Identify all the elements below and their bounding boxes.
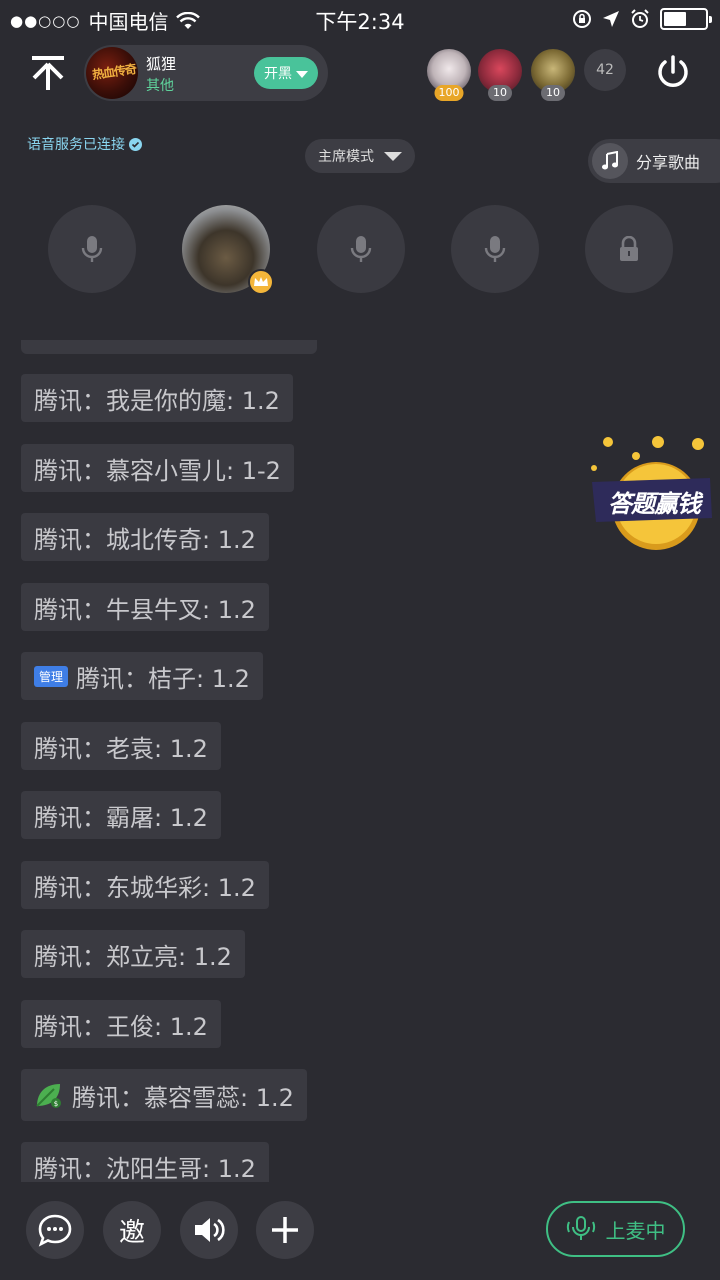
rotation-lock-icon — [573, 10, 591, 28]
chat-button[interactable] — [26, 1201, 84, 1259]
chat-message: $ 腾讯：慕容雪蕊: 1.2 — [21, 1069, 307, 1121]
invite-button[interactable]: 邀 — [103, 1201, 161, 1259]
check-circle-icon — [129, 137, 142, 151]
battery-fill — [664, 12, 686, 26]
status-bar: ●●○○○ 中国电信 下午2:34 — [0, 0, 720, 38]
chat-message-text: 腾讯：东城华彩: 1.2 — [34, 873, 256, 902]
chat-message-text: 腾讯：桔子: 1.2 — [76, 664, 250, 693]
fan-avatar[interactable]: 10 — [531, 49, 575, 101]
chat-message-text: 腾讯：王俊: 1.2 — [34, 1012, 208, 1041]
chat-list[interactable]: 腾讯：我是你的魔: 1.2 腾讯：慕容小雪儿: 1-2 腾讯：城北传奇: 1.2… — [0, 340, 580, 1182]
chat-message: 腾讯：霸屠: 1.2 — [21, 791, 221, 839]
fan-level-badge: 10 — [541, 85, 565, 101]
chat-message-text: 腾讯：我是你的魔: 1.2 — [34, 386, 280, 415]
add-button[interactable] — [256, 1201, 314, 1259]
mic-seat[interactable] — [48, 205, 136, 293]
volume-button[interactable] — [180, 1201, 238, 1259]
host-seat[interactable] — [182, 205, 274, 295]
admin-badge: 管理 — [34, 665, 69, 687]
voice-service-status: 语音服务已连接 — [27, 134, 142, 154]
room-category: 其他 — [146, 78, 174, 94]
room-avatar: 热血传奇 — [86, 47, 138, 99]
microphone-icon — [484, 236, 506, 262]
chat-message: 腾讯：牛县牛叉: 1.2 — [21, 583, 269, 631]
join-mic-button[interactable]: 上麦中 — [546, 1201, 685, 1257]
music-note-icon — [592, 143, 628, 179]
mode-label: 主席模式 — [318, 149, 374, 165]
chat-message-text: 腾讯：霸屠: 1.2 — [34, 803, 208, 832]
chat-message: 腾讯：郑立亮: 1.2 — [21, 930, 245, 978]
mic-seat[interactable] — [451, 205, 539, 293]
location-icon — [603, 11, 619, 27]
chat-message: 腾讯：王俊: 1.2 — [21, 1000, 221, 1048]
microphone-icon — [81, 236, 103, 262]
battery-icon — [660, 8, 712, 30]
chevron-down-icon — [296, 70, 308, 78]
start-game-button[interactable]: 开黑 — [254, 57, 318, 89]
locked-seat[interactable] — [585, 205, 673, 293]
chat-message-text: 腾讯：慕容雪蕊: 1.2 — [72, 1083, 294, 1112]
chat-message: 腾讯：慕容小雪儿: 1-2 — [21, 444, 294, 492]
online-count-button[interactable]: 42 — [584, 49, 626, 91]
chat-message-text: 腾讯：城北传奇: 1.2 — [34, 525, 256, 554]
chat-message: 腾讯：东城华彩: 1.2 — [21, 861, 269, 909]
microphone-icon — [350, 236, 372, 262]
room-info-card[interactable]: 热血传奇 狐狸 其他 开黑 — [84, 45, 328, 101]
fan-level-badge: 10 — [488, 85, 512, 101]
mode-selector[interactable]: 主席模式 — [305, 139, 415, 173]
leaf-money-icon: $ — [34, 1080, 64, 1110]
invite-label: 邀 — [118, 1217, 145, 1248]
power-icon[interactable] — [652, 52, 694, 94]
chat-item-partial — [21, 340, 317, 354]
chat-message: 管理 腾讯：桔子: 1.2 — [21, 652, 263, 700]
lock-icon — [620, 236, 638, 261]
quiz-promo-badge[interactable]: 答题赢钱 — [586, 436, 716, 554]
chat-bubble-icon — [38, 1214, 72, 1247]
crown-icon — [248, 269, 274, 295]
voice-status-label: 语音服务已连接 — [27, 137, 125, 153]
chat-message: 腾讯：老袁: 1.2 — [21, 722, 221, 770]
chat-message-text: 腾讯：牛县牛叉: 1.2 — [34, 595, 256, 624]
chat-message-text: 腾讯：慕容小雪儿: 1-2 — [34, 456, 281, 485]
alarm-icon — [631, 9, 649, 28]
mic-seat[interactable] — [317, 205, 405, 293]
start-game-label: 开黑 — [264, 66, 292, 82]
join-mic-label: 上麦中 — [605, 1218, 666, 1243]
speaker-icon — [195, 1218, 225, 1242]
chat-message-text: 腾讯：郑立亮: 1.2 — [34, 942, 232, 971]
fan-avatar[interactable]: 100 — [427, 49, 471, 101]
promo-label: 答题赢钱 — [608, 490, 701, 518]
chat-message: 腾讯：沈阳生哥: 1.2 — [21, 1142, 269, 1182]
chat-message-text: 腾讯：老袁: 1.2 — [34, 734, 208, 763]
chevron-down-icon — [384, 151, 402, 161]
chat-message-text: 腾讯：沈阳生哥: 1.2 — [34, 1154, 256, 1183]
fan-level-badge: 100 — [434, 85, 464, 101]
svg-text:$: $ — [54, 1100, 58, 1108]
chat-message: 腾讯：城北传奇: 1.2 — [21, 513, 269, 561]
share-song-label: 分享歌曲 — [636, 153, 701, 172]
microphone-wave-icon — [566, 1216, 595, 1240]
fan-avatar[interactable]: 10 — [478, 49, 522, 101]
chat-message: 腾讯：我是你的魔: 1.2 — [21, 374, 293, 422]
room-avatar-logo-text: 热血传奇 — [91, 62, 137, 82]
collapse-up-icon[interactable] — [26, 50, 70, 94]
room-name: 狐狸 — [146, 55, 177, 73]
plus-icon — [272, 1217, 298, 1243]
share-song-button[interactable]: 分享歌曲 — [588, 139, 720, 183]
